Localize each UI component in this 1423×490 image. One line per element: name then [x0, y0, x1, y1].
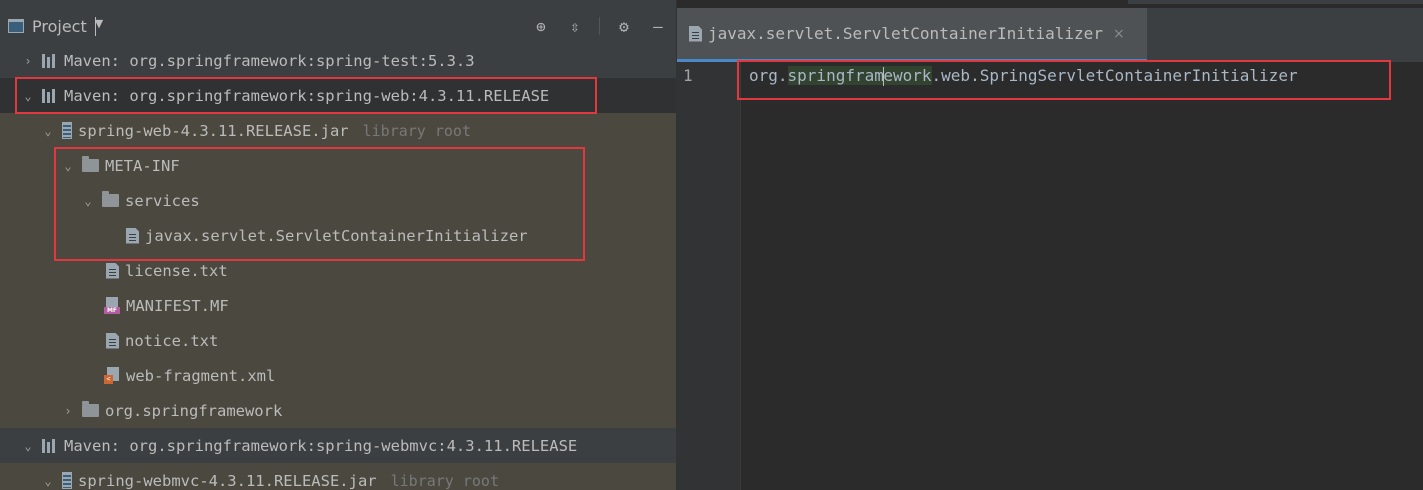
code-text-highlighted: springframework [787, 66, 932, 86]
library-root-note: library root [362, 121, 471, 140]
target-icon[interactable]: ⊕ [531, 16, 551, 36]
code-text-part: org. [749, 66, 788, 85]
jar-icon [62, 122, 72, 139]
library-root-note: library root [390, 471, 499, 490]
panel-toolbar: ⊕ ⇳ ⚙ — [531, 8, 668, 44]
tree-item-servlet-initializer[interactable]: javax.servlet.ServletContainerInitialize… [0, 218, 676, 253]
jar-icon [62, 472, 72, 489]
tree-item-spring-webmvc-jar[interactable]: ⌄ spring-webmvc-4.3.11.RELEASE.jar libra… [0, 463, 676, 490]
text-file-icon [106, 262, 119, 279]
chevron-right-icon[interactable]: › [22, 54, 34, 68]
tree-item-manifest[interactable]: MF MANIFEST.MF [0, 288, 676, 323]
collapse-icon[interactable]: ⇳ [565, 16, 585, 36]
tree-item-label: notice.txt [125, 331, 219, 350]
close-icon[interactable]: × [1113, 26, 1125, 42]
line-number: 1 [683, 66, 693, 85]
tree-item-label: license.txt [125, 261, 228, 280]
gear-icon[interactable]: ⚙ [614, 16, 634, 36]
tree-item-spring-webmvc[interactable]: ⌄ Maven: org.springframework:spring-webm… [0, 428, 676, 463]
tree-item-spring-web-jar[interactable]: ⌄ spring-web-4.3.11.RELEASE.jar library … [0, 113, 676, 148]
chevron-down-icon[interactable]: ⌄ [62, 159, 74, 173]
tree-item-label: MANIFEST.MF [126, 296, 229, 315]
line-gutter: 1 [677, 62, 741, 490]
tree-item-license[interactable]: license.txt [0, 253, 676, 288]
text-file-icon [126, 227, 139, 244]
tree-item-label: services [125, 191, 200, 210]
text-file-icon [106, 332, 119, 349]
chevron-down-icon[interactable]: ⌄ [82, 194, 94, 208]
chevron-down-icon[interactable]: ⌄ [42, 124, 54, 138]
tree-item-web-fragment[interactable]: < web-fragment.xml [0, 358, 676, 393]
chevron-down-icon[interactable]: ⌄ [42, 474, 54, 488]
editor-tab[interactable]: javax.servlet.ServletContainerInitialize… [677, 8, 1147, 62]
code-line[interactable]: org.springframework.web.SpringServletCon… [749, 66, 1298, 86]
project-panel-title: Project [32, 16, 87, 36]
folder-icon [82, 401, 99, 417]
editor-tab-label: javax.servlet.ServletContainerInitialize… [708, 24, 1103, 43]
tree-item-label: META-INF [105, 156, 180, 175]
tree-item-notice[interactable]: notice.txt [0, 323, 676, 358]
tree-item-label: Maven: org.springframework:spring-web:4.… [64, 86, 550, 105]
editor-area: javax.servlet.ServletContainerInitialize… [677, 0, 1423, 490]
tree-item-services[interactable]: ⌄ services [0, 183, 676, 218]
folder-icon [102, 191, 119, 207]
project-icon [8, 19, 24, 33]
library-icon [42, 53, 58, 68]
chevron-right-icon[interactable]: › [62, 404, 74, 418]
manifest-file-icon: MF [104, 297, 120, 314]
code-text-part: .web.SpringServletContainerInitializer [931, 66, 1298, 85]
tree-item-label: Maven: org.springframework:spring-webmvc… [64, 436, 578, 455]
toolbar-separator [599, 17, 600, 35]
tree-item-label: web-fragment.xml [126, 366, 276, 385]
project-panel-header: Project ▼ ⊕ ⇳ ⚙ — [0, 8, 676, 44]
tree-item-org-springframework[interactable]: › org.springframework [0, 393, 676, 428]
text-file-icon [689, 25, 702, 42]
tree-item-label: javax.servlet.ServletContainerInitialize… [145, 226, 528, 245]
tree-item-label: spring-web-4.3.11.RELEASE.jar [78, 121, 349, 140]
tree-item-spring-web[interactable]: ⌄ Maven: org.springframework:spring-web:… [0, 78, 676, 113]
tree-item-meta-inf[interactable]: ⌄ META-INF [0, 148, 676, 183]
top-strip [1128, 0, 1423, 4]
library-icon [42, 88, 58, 103]
tree-item-spring-test[interactable]: › Maven: org.springframework:spring-test… [0, 43, 676, 78]
chevron-down-icon: ▼ [94, 16, 103, 36]
library-icon [42, 438, 58, 453]
chevron-down-icon[interactable]: ⌄ [22, 439, 34, 453]
tree-item-label: Maven: org.springframework:spring-test:5… [64, 51, 475, 70]
editor-tab-bar: javax.servlet.ServletContainerInitialize… [677, 8, 1423, 62]
xml-file-icon: < [104, 367, 120, 384]
tree-item-label: spring-webmvc-4.3.11.RELEASE.jar [78, 471, 377, 490]
code-editor[interactable]: 1 org.springframework.web.SpringServletC… [677, 62, 1423, 490]
tree-item-label: org.springframework [105, 401, 283, 420]
chevron-down-icon[interactable]: ⌄ [22, 89, 34, 103]
minimize-icon[interactable]: — [648, 16, 668, 36]
project-panel: Project ▼ ⊕ ⇳ ⚙ — › Maven: org.springfra… [0, 0, 676, 490]
folder-icon [82, 156, 99, 172]
project-view-selector[interactable]: Project ▼ [8, 16, 103, 36]
